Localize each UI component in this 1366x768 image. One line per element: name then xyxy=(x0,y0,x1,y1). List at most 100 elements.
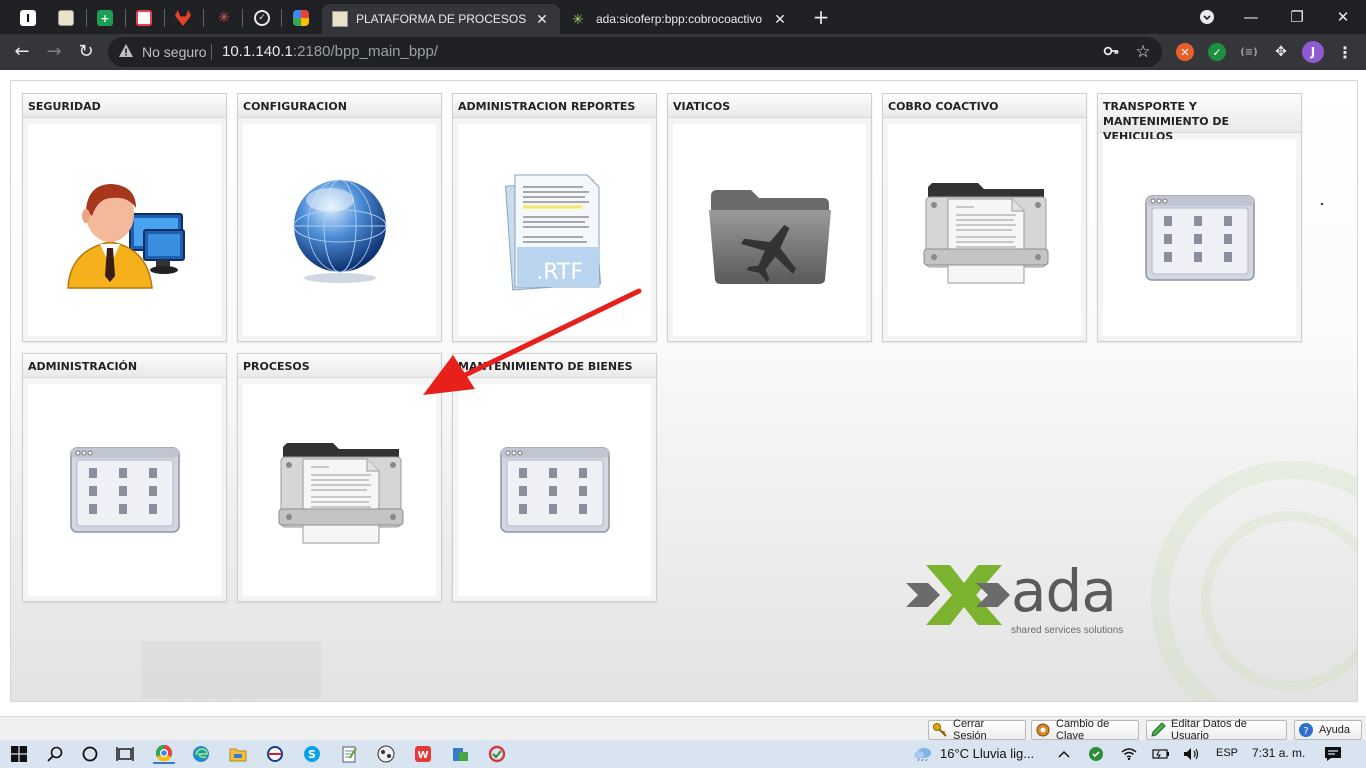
forward-button[interactable]: → xyxy=(40,38,68,66)
logout-button[interactable]: Cerrar Sesión xyxy=(928,718,1026,742)
cortana-icon[interactable] xyxy=(79,744,101,764)
taskbar-notepad-icon[interactable] xyxy=(338,744,360,764)
help-button[interactable]: ? Ayuda xyxy=(1294,720,1362,740)
pinned-tab[interactable]: I xyxy=(10,5,46,31)
taskbar-skype-icon[interactable]: S xyxy=(301,744,323,764)
tab-favicon-icon xyxy=(332,11,348,27)
address-bar[interactable]: No seguro 10.1.140.1:2180/bpp_main_bpp/ … xyxy=(108,37,1162,67)
pinned-tab[interactable] xyxy=(48,5,84,31)
extension-icon[interactable]: ✕ xyxy=(1176,43,1194,61)
module-image[interactable] xyxy=(28,124,221,336)
module-title: CONFIGURACION xyxy=(238,94,441,118)
page-viewport: SEGURIDAD CONFIGURACION ADMINISTRACION R… xyxy=(0,70,1366,716)
volume-icon[interactable] xyxy=(1181,744,1203,764)
module-image[interactable] xyxy=(28,384,221,596)
module-image[interactable] xyxy=(1103,139,1296,336)
close-tab-icon[interactable]: ✕ xyxy=(534,11,550,28)
url-text[interactable]: 10.1.140.1:2180/bpp_main_bpp/ xyxy=(222,43,438,60)
pinned-tab[interactable]: ✳ xyxy=(206,5,242,31)
help-icon: ? xyxy=(1299,723,1313,737)
clock[interactable]: 7:31 a. m. xyxy=(1252,746,1305,760)
tab-favicon-icon: ✳ xyxy=(218,10,230,26)
document-folder-icon xyxy=(278,443,403,544)
module-viaticos[interactable]: VIATICOS xyxy=(667,93,872,342)
annotation-arrow-icon xyxy=(423,288,642,395)
taskbar-explorer-icon[interactable] xyxy=(227,744,249,764)
module-image[interactable] xyxy=(243,384,436,596)
pinned-tab[interactable] xyxy=(283,5,319,31)
reload-button[interactable]: ↻ xyxy=(72,38,100,66)
task-view-icon[interactable] xyxy=(114,744,136,764)
module-image[interactable] xyxy=(888,124,1081,336)
security-label[interactable]: No seguro xyxy=(142,44,207,60)
extension-icon[interactable]: (≡) xyxy=(1240,43,1258,61)
pinned-tab[interactable] xyxy=(126,5,162,31)
edit-user-button[interactable]: Editar Datos de Usuario xyxy=(1146,718,1287,742)
module-title: TRANSPORTE Y MANTENIMIENTO DE VEHICULOS xyxy=(1098,94,1301,143)
extensions-puzzle-icon[interactable]: ✥ xyxy=(1272,43,1290,61)
pinned-tab[interactable]: ✓ xyxy=(244,5,280,31)
battery-icon[interactable] xyxy=(1150,744,1172,764)
taskbar-chrome-icon[interactable] xyxy=(153,744,175,764)
tab-favicon-icon xyxy=(136,10,152,26)
notifications-icon[interactable] xyxy=(1322,744,1344,764)
windows-taskbar: S W 16°C Lluvia lig... ESP 7:31 a. m. xyxy=(0,740,1366,768)
gitlab-icon xyxy=(175,10,191,26)
change-password-button[interactable]: Cambio de Clave xyxy=(1031,718,1139,742)
close-window-button[interactable]: ✕ xyxy=(1320,4,1366,30)
bookmark-star-icon[interactable]: ☆ xyxy=(1134,43,1152,61)
taskbar-app-icon[interactable] xyxy=(486,744,508,764)
tab-search-icon[interactable] xyxy=(1184,4,1230,30)
taskbar-wps-icon[interactable]: W xyxy=(412,744,434,764)
rtf-document-icon: .RTF xyxy=(504,174,601,291)
extension-check-icon[interactable]: ✓ xyxy=(1208,43,1226,61)
tab-title: PLATAFORMA DE PROCESOS DE BPP xyxy=(356,12,528,26)
warning-icon xyxy=(119,44,133,57)
taskbar-edge-icon[interactable] xyxy=(190,744,212,764)
tray-app-icon[interactable] xyxy=(1085,744,1107,764)
minimize-button[interactable]: — xyxy=(1228,4,1274,30)
back-button[interactable]: ← xyxy=(8,38,36,66)
weather-icon[interactable] xyxy=(912,744,934,764)
module-cobro-coactivo[interactable]: COBRO COACTIVO xyxy=(882,93,1087,342)
svg-text:?: ? xyxy=(1303,726,1308,737)
airplane-folder-icon xyxy=(708,190,831,284)
globe-icon xyxy=(293,179,386,283)
weather-text[interactable]: 16°C Lluvia lig... xyxy=(940,746,1034,761)
search-icon[interactable] xyxy=(44,744,66,764)
module-administracion[interactable]: ADMINISTRACIÓN xyxy=(22,353,227,602)
close-tab-icon[interactable]: ✕ xyxy=(772,11,788,28)
ada-logo-tagline: shared services solutions xyxy=(1011,625,1124,636)
module-image[interactable] xyxy=(673,124,866,336)
document-folder-icon xyxy=(923,183,1048,284)
app-window-icon xyxy=(499,447,610,533)
taskbar-app-icon[interactable] xyxy=(449,744,471,764)
taskbar-app-icon[interactable] xyxy=(375,744,397,764)
taskbar-app-icon[interactable] xyxy=(264,744,286,764)
browser-toolbar: ← → ↻ No seguro 10.1.140.1:2180/bpp_main… xyxy=(0,34,1366,70)
language-indicator[interactable]: ESP xyxy=(1216,747,1238,759)
module-image[interactable] xyxy=(458,384,651,596)
pinned-tab[interactable]: + xyxy=(87,5,123,31)
profile-avatar[interactable]: J xyxy=(1302,41,1324,63)
new-tab-button[interactable]: + xyxy=(809,6,833,30)
tab-title: ada:sicoferp:bpp:cobrocoactivo xyxy=(596,12,763,26)
tab-plataforma[interactable]: PLATAFORMA DE PROCESOS DE BPP ✕ xyxy=(322,4,560,34)
wifi-icon[interactable] xyxy=(1118,744,1140,764)
module-transporte-vehiculos[interactable]: TRANSPORTE Y MANTENIMIENTO DE VEHICULOS xyxy=(1097,93,1302,342)
module-seguridad[interactable]: SEGURIDAD xyxy=(22,93,227,342)
pinned-tab[interactable] xyxy=(165,5,201,31)
windows-start-icon[interactable] xyxy=(8,744,30,764)
svg-text:S: S xyxy=(308,748,316,761)
key-icon[interactable] xyxy=(1102,43,1120,61)
check-circle-icon: ✓ xyxy=(254,10,270,26)
chrome-menu-icon[interactable]: ⋮ xyxy=(1336,43,1354,62)
footer-bar: Cerrar Sesión Cambio de Clave Editar Dat… xyxy=(0,716,1366,742)
app-container: SEGURIDAD CONFIGURACION ADMINISTRACION R… xyxy=(10,80,1358,702)
module-title: VIATICOS xyxy=(668,94,871,118)
restore-button[interactable]: ❐ xyxy=(1274,4,1320,30)
chevron-up-icon[interactable] xyxy=(1053,744,1075,764)
gear-icon xyxy=(1036,723,1050,737)
key-icon xyxy=(933,723,947,737)
tab-ada-sicoferp[interactable]: ✳ ada:sicoferp:bpp:cobrocoactivo ✕ xyxy=(562,4,798,34)
